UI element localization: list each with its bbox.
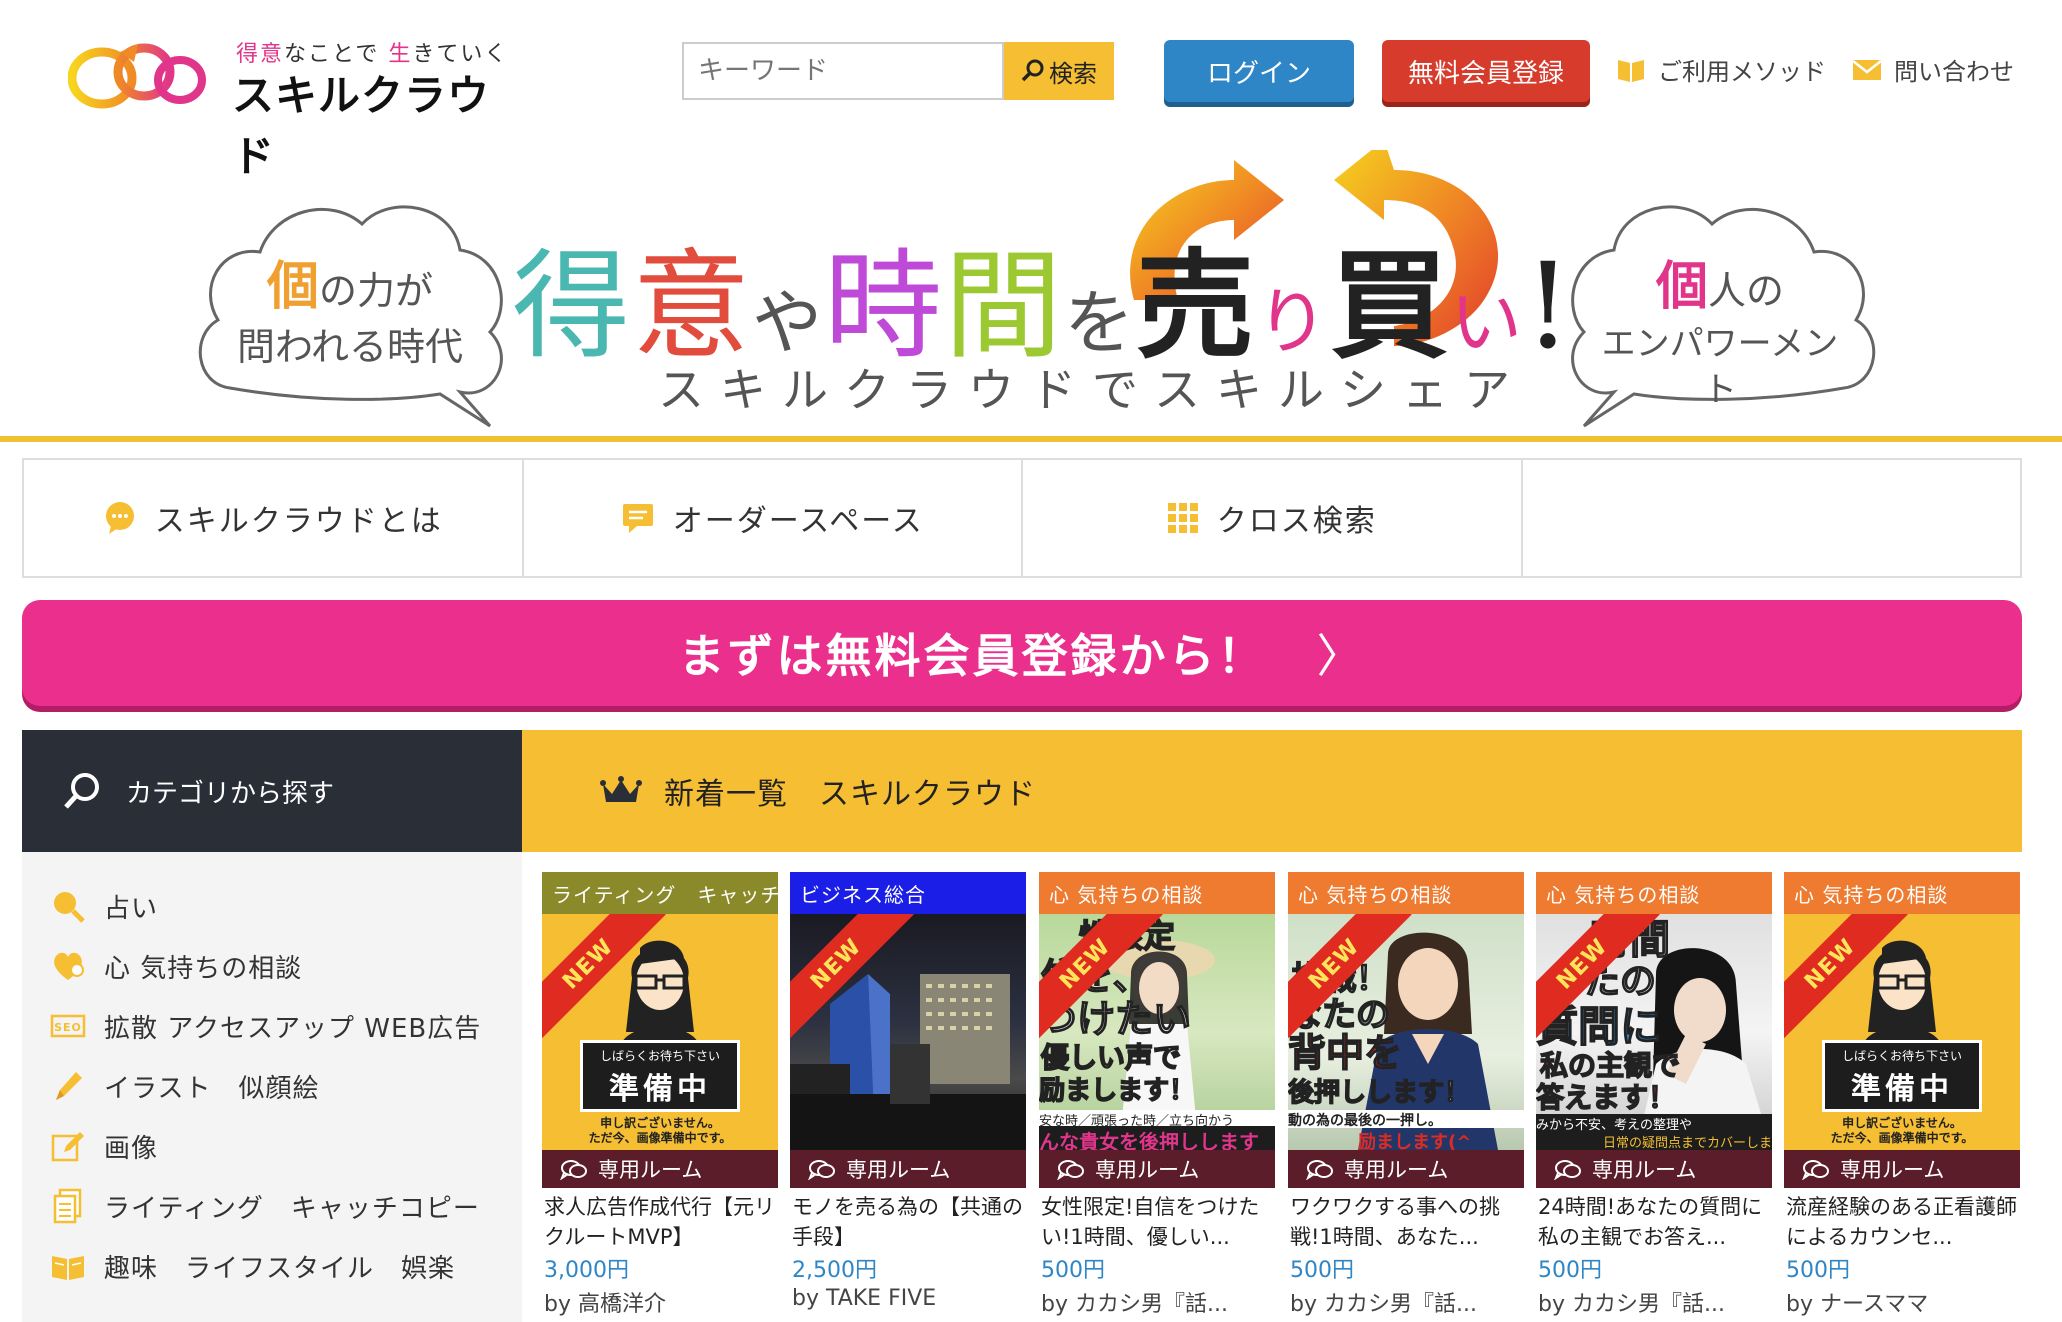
chat-bubble-icon (105, 502, 134, 534)
card-category: 心 気持ちの相談 (1039, 872, 1275, 914)
main-nav: スキルクラウドとは オーダースペース クロス検索 (22, 458, 2022, 578)
skill-card[interactable]: 心 気持ちの相談 性限定 信を、 つけたい 優しい声で 励まします！ 安な時／頑… (1039, 872, 1275, 1322)
search-icon (1021, 59, 1044, 82)
chevron-right-icon: 〉 (1316, 629, 1366, 683)
nav-item-order-space[interactable]: オーダースペース (524, 460, 1023, 576)
category-item-fortune[interactable]: 占い (22, 876, 522, 936)
card-seller[interactable]: by カカシ男『話... (1538, 1286, 1725, 1318)
left-cloud-text: 個の力が 問われる時代 (236, 256, 464, 370)
card-image: しばらくお待ち下さい 準備中 申し訳ございません。 ただ今、画像準備中です。 NE… (1784, 914, 2020, 1150)
card-image: ク 挑戦！ なたの 背中を 後押しします！ 動の為の最後の一押し。 励まします(… (1288, 914, 1524, 1150)
hero-divider (0, 436, 2062, 442)
category-header: カテゴリから探す (22, 730, 522, 852)
card-price: 3,000円 (544, 1258, 629, 1283)
card-price: 500円 (1041, 1258, 1105, 1283)
logo-mark-icon (68, 43, 206, 109)
category-item-feelings[interactable]: 心 気持ちの相談 (22, 936, 522, 996)
card-seller[interactable]: by 高橋洋介 (544, 1286, 666, 1318)
card-seller[interactable]: by カカシ男『話... (1290, 1286, 1477, 1318)
private-room-label: 専用ルーム (542, 1150, 778, 1188)
card-title[interactable]: 流産経験のある正看護師によるカウンセ... (1786, 1192, 2018, 1252)
login-button[interactable]: ログイン (1164, 40, 1354, 102)
document-icon (53, 1188, 82, 1224)
card-title[interactable]: ワクワクする事への挑戦!1時間、あなた... (1290, 1192, 1522, 1252)
card-price: 500円 (1538, 1258, 1602, 1283)
search-input[interactable] (682, 42, 1004, 100)
search-form: 検索 (682, 42, 1114, 100)
chat-icon (1802, 1160, 1829, 1180)
private-room-label: 専用ルーム (1039, 1150, 1275, 1188)
contact-link[interactable]: 問い合わせ (1852, 52, 2014, 87)
message-icon (622, 504, 653, 533)
card-category: 心 気持ちの相談 (1536, 872, 1772, 914)
chat-icon (1554, 1160, 1581, 1180)
category-item-writing[interactable]: ライティング キャッチコピー (22, 1176, 522, 1236)
usage-method-link[interactable]: ご利用メソッド (1616, 52, 1826, 87)
crown-icon (600, 776, 642, 802)
chat-icon (808, 1160, 835, 1180)
private-room-label: 専用ルーム (790, 1150, 1026, 1188)
nav-item-about[interactable]: スキルクラウドとは (24, 460, 524, 576)
free-register-cta[interactable]: まずは無料会員登録から！ 〉 (22, 600, 2022, 706)
skill-card[interactable]: 心 気持ちの相談 時間 なたの 質問に 私の主観で 答えます！ みから不安、考え… (1536, 872, 1772, 1322)
site-header: 得意なことで 生きていく スキルクラウド 検索 ログイン 無料会員登録 ご利用メ… (0, 0, 2062, 181)
hero-subtitle: スキルクラウドでスキルシェア (658, 363, 1526, 417)
card-image: NEW (790, 914, 1026, 1150)
register-button[interactable]: 無料会員登録 (1382, 40, 1590, 102)
private-room-label: 専用ルーム (1536, 1150, 1772, 1188)
pen-icon (56, 1072, 82, 1100)
card-image: しばらくお待ち下さい 準備中 申し訳ございません。 ただ今、画像準備中です。 NE… (542, 914, 778, 1150)
chat-icon (560, 1160, 587, 1180)
card-title[interactable]: 求人広告作成代行【元リクルートMVP】 (544, 1192, 776, 1252)
nav-item-empty (1523, 460, 2021, 576)
grid-icon (1167, 503, 1198, 533)
hero-banner: 個の力が 問われる時代 個人の エンパワーメント 得意や時間を売り買い! スキル… (0, 130, 2062, 438)
heart-icon (54, 952, 84, 980)
card-seller[interactable]: by カカシ男『話... (1041, 1286, 1228, 1318)
category-item-web-ads[interactable]: SEO 拡散 アクセスアップ WEB広告 (22, 996, 522, 1056)
card-price: 2,500円 (792, 1258, 877, 1283)
card-image: 時間 なたの 質問に 私の主観で 答えます！ みから不安、考えの整理や 日常の疑… (1536, 914, 1772, 1150)
private-room-label: 専用ルーム (1784, 1150, 2020, 1188)
search-icon (64, 773, 99, 809)
card-category: ライティング キャッチ (542, 872, 778, 914)
card-category: ビジネス総合 (790, 872, 1026, 914)
mail-icon (1852, 59, 1882, 80)
card-title[interactable]: 女性限定!自信をつけたい!1時間、優しい... (1041, 1192, 1273, 1252)
search-icon (54, 892, 85, 923)
search-button[interactable]: 検索 (1004, 42, 1114, 100)
seo-icon: SEO (50, 1014, 86, 1038)
right-cloud-text: 個人の エンパワーメント (1601, 256, 1839, 411)
nav-item-cross-search[interactable]: クロス検索 (1023, 460, 1523, 576)
card-category: 心 気持ちの相談 (1784, 872, 2020, 914)
card-title[interactable]: 24時間!あなたの質問に私の主観でお答え... (1538, 1192, 1770, 1252)
card-price: 500円 (1290, 1258, 1354, 1283)
card-seller[interactable]: by ナースママ (1786, 1286, 1928, 1318)
card-title[interactable]: モノを売る為の【共通の手段】 (792, 1192, 1024, 1252)
chat-icon (1306, 1160, 1333, 1180)
chat-icon (1057, 1160, 1084, 1180)
category-item-illustration[interactable]: イラスト 似顔絵 (22, 1056, 522, 1116)
card-price: 500円 (1786, 1258, 1850, 1283)
preparing-board: しばらくお待ち下さい 準備中 (1822, 1040, 1982, 1112)
skill-card[interactable]: ライティング キャッチ しばらくお待ち下さい 準備中 申し訳ございません。 ただ今… (542, 872, 778, 1322)
edit-image-icon (51, 1132, 84, 1162)
book-icon (1618, 59, 1644, 82)
skill-card[interactable]: ビジネス総合 NEW 専用ルーム モノを売る為の【共通の手段】 2,500円 b… (790, 872, 1026, 1322)
skill-card[interactable]: 心 気持ちの相談 しばらくお待ち下さい 準備中 申し訳ございません。 ただ今、画像… (1784, 872, 2020, 1322)
preparing-board: しばらくお待ち下さい 準備中 (580, 1040, 740, 1112)
category-list: 占い 心 気持ちの相談 SEO 拡散 アクセスアップ WEB広告 イラスト 似顔… (22, 852, 522, 1322)
card-category: 心 気持ちの相談 (1288, 872, 1524, 914)
skill-card[interactable]: 心 気持ちの相談 ク 挑戦！ なたの 背中を 後押しします！ 動の為の最後の一押… (1288, 872, 1524, 1322)
category-item-image[interactable]: 画像 (22, 1116, 522, 1176)
card-seller[interactable]: by TAKE FIVE (792, 1286, 936, 1311)
private-room-label: 専用ルーム (1288, 1150, 1524, 1188)
new-arrivals-header: 新着一覧 スキルクラウド (522, 730, 2022, 852)
category-item-hobby[interactable]: 趣味 ライフスタイル 娯楽 (22, 1236, 522, 1296)
card-image: 性限定 信を、 つけたい 優しい声で 励まします！ 安な時／頑張った時／立ち向か… (1039, 914, 1275, 1150)
svg-text:SEO: SEO (54, 1021, 82, 1034)
site-logo[interactable]: 得意なことで 生きていく スキルクラウド (68, 32, 528, 181)
open-book-icon (52, 1256, 84, 1280)
